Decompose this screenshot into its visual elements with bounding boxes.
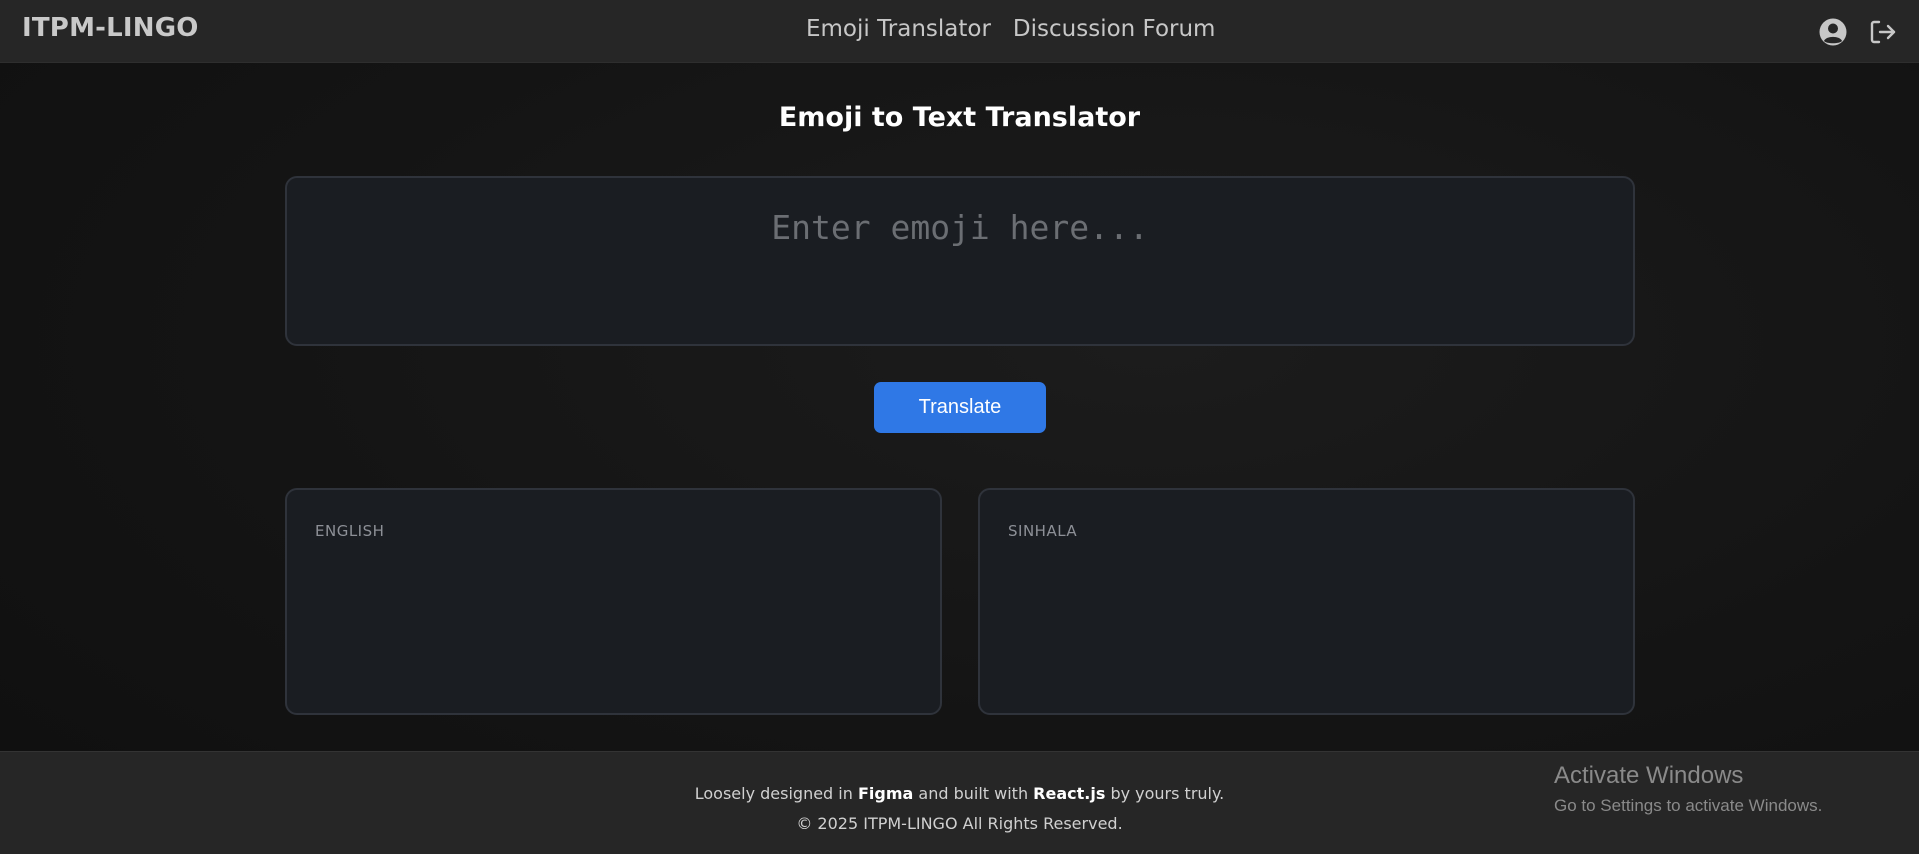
windows-activation-subtitle: Go to Settings to activate Windows. (1554, 796, 1823, 815)
windows-activation-title: Activate Windows (1554, 762, 1744, 789)
english-output-card: ENGLISH (285, 488, 942, 715)
nav-link-discussion-forum[interactable]: Discussion Forum (1013, 16, 1216, 42)
page-title: Emoji to Text Translator (778, 102, 1141, 133)
footer-reactjs: React.js (1033, 784, 1106, 803)
english-output-label: ENGLISH (315, 522, 385, 540)
footer-credit-suffix: by yours truly. (1105, 784, 1225, 803)
sinhala-output-label: SINHALA (1008, 522, 1078, 540)
navbar: ITPM-LINGO Emoji Translator Discussion F… (0, 0, 1919, 63)
footer-figma: Figma (857, 784, 914, 803)
brand-logo[interactable]: ITPM-LINGO (22, 13, 199, 43)
footer-credit-mid: and built with (913, 784, 1034, 803)
footer-copyright: © 2025 ITPM-LINGO All Rights Reserved. (796, 814, 1123, 833)
emoji-input[interactable] (285, 176, 1635, 346)
sinhala-output-card: SINHALA (978, 488, 1635, 715)
translate-button[interactable]: Translate (874, 382, 1046, 433)
nav-links: Emoji Translator Discussion Forum (806, 16, 1215, 42)
logout-icon[interactable] (1868, 17, 1898, 47)
user-circle-icon[interactable] (1818, 17, 1848, 47)
footer-credit-prefix: Loosely designed in (694, 784, 858, 803)
nav-link-emoji-translator[interactable]: Emoji Translator (806, 16, 991, 42)
